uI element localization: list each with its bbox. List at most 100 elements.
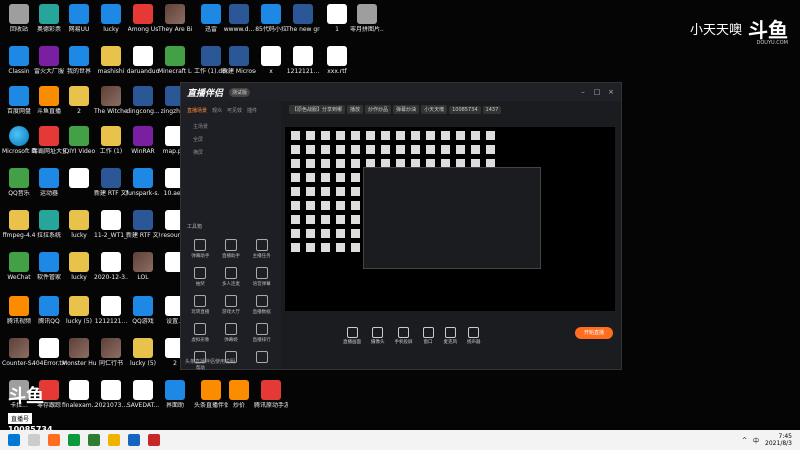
desktop-icon[interactable]: xxx.rtf xyxy=(322,46,352,75)
tab-2[interactable]: 可见效 xyxy=(227,107,242,114)
desktop-icon[interactable]: funspark-s... xyxy=(126,168,160,197)
source-control-button[interactable]: 麦克风 xyxy=(444,327,457,345)
desktop-icon[interactable]: 软件管家 xyxy=(34,252,64,281)
scene-item[interactable]: 横屏 xyxy=(181,146,281,159)
desktop-icon[interactable]: 炒价 xyxy=(224,380,254,409)
desktop-icon[interactable]: wwww.d... xyxy=(224,4,254,33)
desktop-icon[interactable]: Among Us xyxy=(128,4,158,33)
desktop-icon[interactable]: Classin xyxy=(4,46,34,75)
tool-button[interactable]: 主播任务 xyxy=(246,239,277,259)
tool-button[interactable]: 玩转直播 xyxy=(185,295,216,315)
desktop-icon[interactable]: 零月拼图片...mp4 xyxy=(350,4,384,33)
tool-button[interactable] xyxy=(246,351,277,371)
desktop-icon[interactable]: lucky xyxy=(64,252,94,281)
desktop-icon[interactable]: 运动器 xyxy=(34,168,64,197)
douyu-taskbar-icon[interactable] xyxy=(48,434,60,446)
edge-taskbar-icon[interactable] xyxy=(88,434,100,446)
tab-0[interactable]: 直播场景 xyxy=(187,107,207,114)
minimize-icon[interactable]: – xyxy=(579,88,587,96)
desktop-icon[interactable]: iQIYI Video xyxy=(63,126,95,155)
desktop-icon[interactable]: 腾讯原动手游 xyxy=(254,380,288,409)
desktop-icon[interactable]: 斗鱼直播 xyxy=(34,86,64,115)
scene-item[interactable]: 全屏 xyxy=(181,133,281,146)
desktop-icon[interactable]: Monster Hunter... xyxy=(62,338,96,367)
tab-1[interactable]: 观众 xyxy=(212,107,222,114)
desktop-icon[interactable]: 新建 RTF 文档 xyxy=(94,168,128,197)
desktop-icon[interactable]: They Are Billions xyxy=(158,4,192,33)
desktop-icon[interactable]: 界面助 xyxy=(160,380,190,409)
desktop-icon[interactable]: 迅雷 xyxy=(196,4,226,33)
desktop-icon[interactable]: 毒霸网址大全 xyxy=(32,126,66,155)
word-taskbar-icon[interactable] xyxy=(128,434,140,446)
start-live-button[interactable]: 开始直播 xyxy=(575,327,613,339)
desktop-icon[interactable]: QQ游戏 xyxy=(128,296,158,325)
desktop-icon[interactable]: dingcong... xyxy=(126,86,160,115)
tool-button[interactable]: 直播排行 xyxy=(246,323,277,343)
tool-button[interactable]: 直播数据 xyxy=(246,295,277,315)
desktop-icon[interactable]: 回收站 xyxy=(4,4,34,33)
desktop-icon[interactable]: 2020-12-3... xyxy=(94,252,128,281)
desktop-icon[interactable]: lucky (5) xyxy=(128,338,158,367)
wechat-taskbar-icon[interactable] xyxy=(68,434,80,446)
desktop-icon[interactable]: finalexam... xyxy=(62,380,96,409)
desktop-icon[interactable]: lucky xyxy=(96,4,126,33)
desktop-icon[interactable]: Microsoft Edge xyxy=(2,126,36,155)
desktop-icon[interactable]: The Witcher xyxy=(94,86,128,115)
desktop-icon[interactable]: x xyxy=(256,46,286,75)
source-control-button[interactable]: 直播画面 xyxy=(343,327,361,345)
tool-button[interactable]: 游戏大厅 xyxy=(216,295,247,315)
desktop-icon[interactable]: 404Error.txt xyxy=(32,338,66,367)
app-taskbar-icon[interactable] xyxy=(148,434,160,446)
desktop-icon[interactable] xyxy=(64,168,94,190)
desktop-icon[interactable]: ffmpeg-4.4 xyxy=(3,210,36,239)
desktop-icon[interactable]: 1 xyxy=(322,4,352,33)
desktop-icon[interactable]: 同仁行书 xyxy=(96,338,126,367)
desktop-icon[interactable]: 网易UU xyxy=(64,4,94,33)
desktop-icon[interactable]: mashishi xyxy=(96,46,126,75)
desktop-icon[interactable]: 2021073... xyxy=(95,380,127,409)
close-icon[interactable]: × xyxy=(607,88,615,96)
desktop-icon[interactable]: lucky (5) xyxy=(64,296,94,325)
desktop-icon[interactable]: Counter-S... Global Off... xyxy=(2,338,36,367)
desktop-icon[interactable]: WeChat xyxy=(4,252,34,281)
desktop-icon[interactable]: Minecraft Launcher xyxy=(158,46,192,75)
tool-button[interactable]: 抽奖 xyxy=(185,267,216,287)
desktop-icon[interactable]: 11-2_WT1_... xyxy=(94,210,128,239)
tool-button[interactable]: 弹幕姬 xyxy=(216,323,247,343)
desktop-icon[interactable]: 85代码小拉 xyxy=(255,4,287,33)
desktop-icon[interactable]: 雷火大厂服 xyxy=(34,46,64,75)
desktop-icon[interactable]: 头条直播伴侣 xyxy=(194,380,228,409)
scene-item[interactable]: 主场景 xyxy=(181,120,281,133)
desktop-icon[interactable]: daruanduo xyxy=(127,46,159,75)
desktop-icon[interactable]: 1212121... xyxy=(287,46,319,75)
input-method[interactable]: 中 xyxy=(753,436,759,445)
desktop-icon[interactable]: lucky xyxy=(64,210,94,239)
clock[interactable]: 7:45 2021/8/3 xyxy=(765,433,792,447)
desktop-icon[interactable]: 百度网盘 xyxy=(4,86,34,115)
start-icon[interactable] xyxy=(8,434,20,446)
desktop-icon[interactable]: 2 xyxy=(64,86,94,115)
desktop-icon[interactable]: 新建 RTF 文档.rtf xyxy=(126,210,160,239)
tool-button[interactable]: 语音弹幕 xyxy=(246,267,277,287)
tool-button[interactable]: 多人连麦 xyxy=(216,267,247,287)
source-control-button[interactable]: 扬声器 xyxy=(467,327,481,345)
usage-tip-link[interactable]: 头条直播伴侣使用说明 xyxy=(185,358,235,365)
desktop-icon[interactable]: WinRAR xyxy=(128,126,158,155)
chevron-up-icon[interactable]: ^ xyxy=(742,437,747,444)
desktop-icon[interactable]: 工作 (1) xyxy=(96,126,126,155)
desktop-icon[interactable]: QQ音乐 xyxy=(4,168,34,197)
tool-button[interactable]: 直播助手 xyxy=(216,239,247,259)
desktop-icon[interactable]: 拉拉系统 xyxy=(34,210,64,239)
desktop-icon[interactable]: 腾讯视频 xyxy=(4,296,34,325)
desktop-icon[interactable]: 我的世界 xyxy=(64,46,94,75)
desktop-icon[interactable]: The new green rev... xyxy=(286,4,320,33)
source-control-button[interactable]: 摄像头 xyxy=(371,327,385,345)
desktop-icon[interactable]: LOL xyxy=(128,252,158,281)
maximize-icon[interactable]: □ xyxy=(593,88,601,96)
source-control-button[interactable]: 窗口 xyxy=(422,327,434,345)
folder-taskbar-icon[interactable] xyxy=(108,434,120,446)
tool-button[interactable]: 弹幕助手 xyxy=(185,239,216,259)
tab-3[interactable]: 插件 xyxy=(247,107,257,114)
search-icon[interactable] xyxy=(28,434,40,446)
desktop-icon[interactable]: 新建 Microsoft... xyxy=(222,46,256,75)
